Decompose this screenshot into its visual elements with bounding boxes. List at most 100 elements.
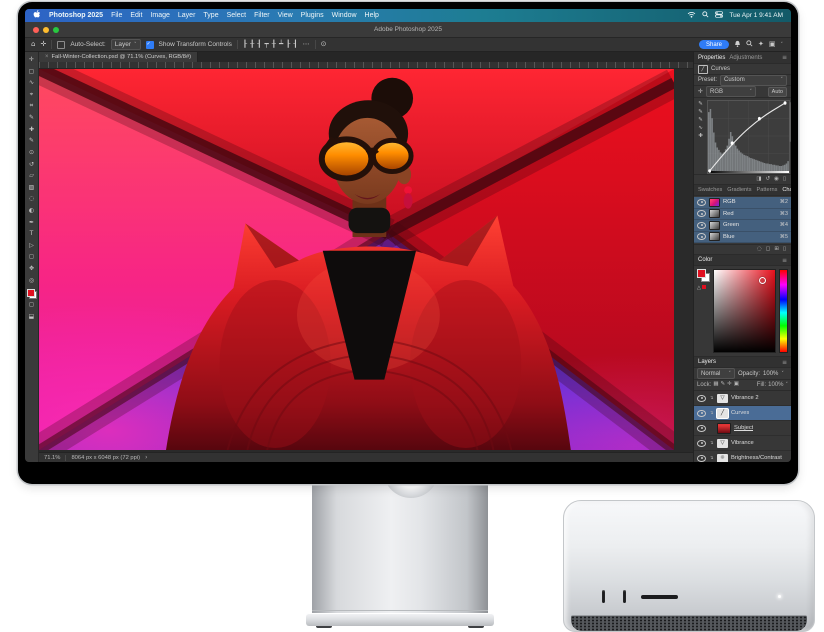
visibility-eye-icon[interactable] (697, 395, 706, 402)
home-icon[interactable]: ⌂ (31, 41, 35, 48)
quick-mask-button[interactable]: ◻ (26, 299, 37, 311)
visibility-eye-icon[interactable] (697, 199, 706, 206)
foreground-color-swatch[interactable] (697, 269, 706, 278)
menu-item-edit[interactable]: Edit (130, 12, 142, 19)
menu-item-type[interactable]: Type (203, 12, 218, 19)
tab-channels[interactable]: Channels (782, 187, 791, 193)
layer-row-vibrance-2[interactable]: ↴▽Vibrance 2 (694, 391, 791, 406)
blur-tool[interactable]: ◌ (26, 193, 37, 205)
align-icon[interactable]: ┠ (286, 41, 290, 48)
zoom-tool[interactable]: ◎ (26, 274, 37, 286)
hand-tool[interactable]: ✥ (26, 263, 37, 275)
panel-menu-icon[interactable]: ≡ (782, 359, 787, 366)
control-center-icon[interactable] (715, 11, 723, 20)
auto-select-dropdown[interactable]: Layer˅ (111, 39, 141, 50)
more-options-icon[interactable]: ⋯ (303, 41, 310, 48)
channel-row-green[interactable]: Green⌘4 (694, 220, 791, 232)
channels-footer-icon[interactable]: ⊞ (774, 247, 779, 253)
chevron-down-icon[interactable]: ˅ (786, 382, 789, 388)
channel-row-red[interactable]: Red⌘3 (694, 209, 791, 221)
menu-item-image[interactable]: Image (150, 12, 169, 19)
preset-dropdown[interactable]: Custom˅ (720, 75, 787, 86)
eraser-tool[interactable]: ▱ (26, 170, 37, 182)
crop-tool[interactable]: ⌗ (26, 100, 37, 112)
quick-selection-tool[interactable]: ⌖ (26, 89, 37, 101)
history-brush-tool[interactable]: ↺ (26, 158, 37, 170)
move-tool-icon[interactable]: ✛ (40, 41, 46, 48)
show-transform-checkbox[interactable] (146, 41, 154, 49)
curves-icon[interactable]: ╱ (717, 409, 728, 418)
channels-footer-icon[interactable]: ▯ (783, 247, 786, 253)
curve-grid[interactable] (707, 100, 788, 172)
align-icon[interactable]: ┠ (243, 41, 247, 48)
chevron-down-icon[interactable]: ˅ (781, 371, 784, 377)
gradient-tool[interactable]: ▨ (26, 182, 37, 194)
align-icon[interactable]: ┯ (265, 41, 269, 48)
layer-thumbnail[interactable] (717, 423, 731, 434)
color-swatches[interactable] (27, 289, 37, 299)
eyedropper-icon[interactable]: ✚ (698, 133, 703, 139)
close-tab-icon[interactable]: × (45, 54, 49, 60)
eyedropper-icon[interactable]: ∿ (698, 125, 703, 131)
auto-select-checkbox[interactable] (57, 41, 65, 49)
align-icon[interactable]: ┨ (293, 41, 297, 48)
menu-item-filter[interactable]: Filter (254, 12, 270, 19)
brightness-icon[interactable]: ☼ (717, 454, 728, 463)
tab-gradients[interactable]: Gradients (727, 187, 751, 193)
visibility-eye-icon[interactable] (697, 222, 706, 229)
hue-slider[interactable] (779, 269, 788, 353)
lasso-tool[interactable]: ∿ (26, 77, 37, 89)
visibility-eye-icon[interactable] (697, 210, 706, 217)
dodge-tool[interactable]: ◐ (26, 205, 37, 217)
visibility-eye-icon[interactable] (697, 410, 706, 417)
eyedropper-tool[interactable]: ✎ (26, 112, 37, 124)
screen-mode-button[interactable]: ⬓ (26, 310, 37, 322)
layer-row-brightness-contrast[interactable]: ↴☼Brightness/Contrast (694, 451, 791, 462)
layer-row-curves[interactable]: ↴╱Curves (694, 406, 791, 421)
move-tool[interactable]: ✛ (26, 54, 37, 66)
saturation-brightness-field[interactable] (713, 269, 776, 353)
tab-layers[interactable]: Layers (698, 359, 716, 365)
panel-scrollbar[interactable] (789, 102, 791, 142)
vibrance-icon[interactable]: ▽ (717, 394, 728, 403)
search-icon[interactable] (702, 11, 709, 20)
channels-footer-icon[interactable]: ◌ (757, 247, 762, 253)
menu-item-file[interactable]: File (111, 12, 122, 19)
menu-item-window[interactable]: Window (332, 12, 357, 19)
zoom-window-button[interactable] (53, 27, 59, 33)
sparkle-icon[interactable]: ✦ (758, 41, 764, 48)
tab-adjustments[interactable]: Adjustments (729, 55, 762, 61)
channel-dropdown[interactable]: RGB˅ (706, 86, 756, 97)
curves-footer-icon[interactable]: ↺ (766, 177, 771, 183)
path-select-tool[interactable]: ▷ (26, 240, 37, 252)
panel-menu-icon[interactable]: ≡ (782, 257, 787, 264)
curves-footer-icon[interactable]: ◨ (756, 177, 761, 183)
menu-item-plugins[interactable]: Plugins (301, 12, 324, 19)
menu-item-app[interactable]: Photoshop 2025 (49, 12, 103, 19)
workspace-icon[interactable]: ▣ (769, 41, 776, 48)
align-icon[interactable]: ┨ (257, 41, 261, 48)
eyedropper-icon[interactable]: ✎ (698, 109, 703, 115)
eyedropper-icon[interactable]: ✎ (698, 101, 703, 107)
healing-brush-tool[interactable]: ✚ (26, 124, 37, 136)
apple-logo-icon[interactable] (33, 10, 41, 21)
menu-item-layer[interactable]: Layer (178, 12, 196, 19)
menu-item-select[interactable]: Select (227, 12, 246, 19)
status-chevron-icon[interactable]: › (145, 455, 147, 461)
clone-stamp-tool[interactable]: ⊙ (26, 147, 37, 159)
menu-item-help[interactable]: Help (365, 12, 379, 19)
align-icon[interactable]: ╂ (250, 41, 254, 48)
minimize-window-button[interactable] (43, 27, 49, 33)
align-icon[interactable]: ┷ (279, 41, 283, 48)
align-icon[interactable]: ╂ (272, 41, 276, 48)
lock-icon[interactable]: ✎ (721, 382, 726, 388)
tab-color[interactable]: Color (698, 257, 712, 263)
document-tab[interactable]: × Fall-Winter-Collection.psd @ 71.1% (Cu… (39, 52, 198, 62)
menu-bar-clock[interactable]: Tue Apr 1 9:41 AM (729, 12, 783, 19)
bell-icon[interactable] (734, 40, 741, 50)
close-window-button[interactable] (33, 27, 39, 33)
curves-footer-icon[interactable]: ◉ (774, 177, 779, 183)
lock-icon[interactable]: ▣ (734, 382, 739, 388)
auto-button[interactable]: Auto (768, 87, 787, 97)
visibility-eye-icon[interactable] (697, 425, 706, 432)
